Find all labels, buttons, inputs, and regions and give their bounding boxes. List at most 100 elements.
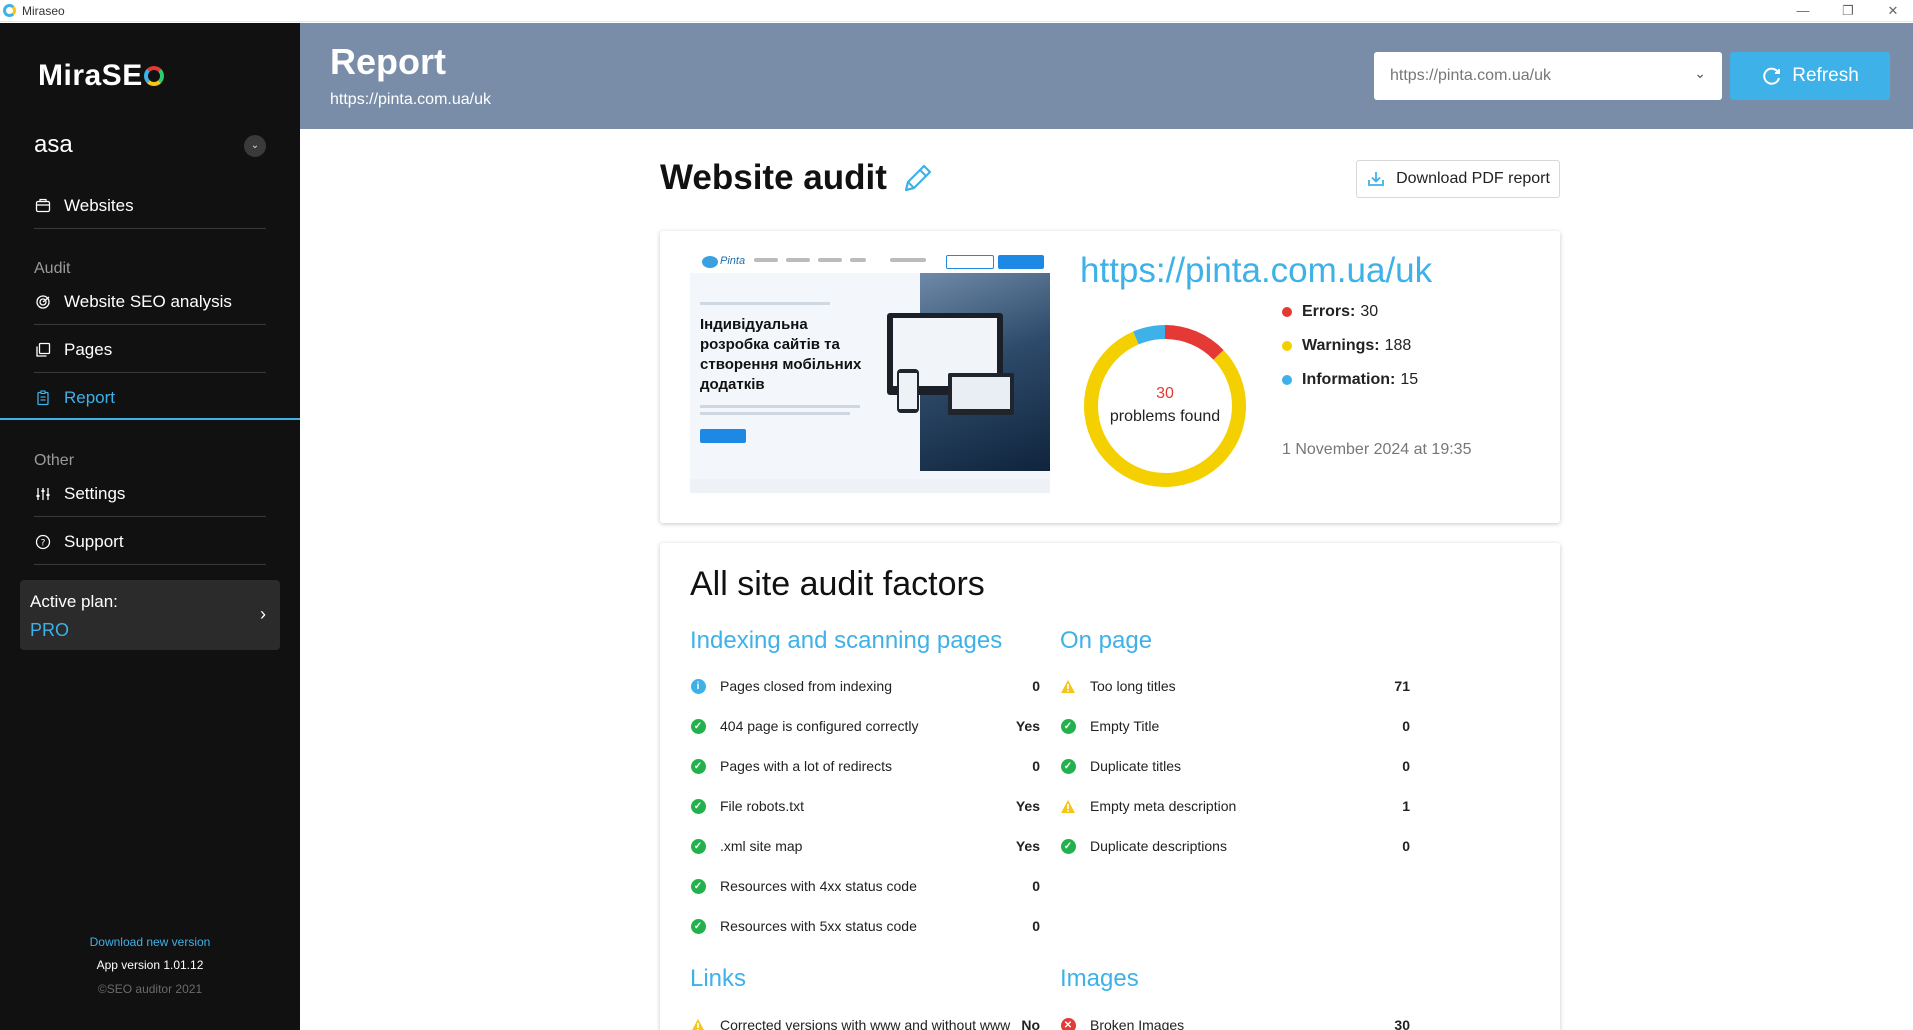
factor-row[interactable]: ✓ Resources with 4xx status code 0 <box>690 874 1040 898</box>
pages-icon <box>34 341 52 359</box>
donut-segment-information <box>1133 325 1166 345</box>
download-new-version-link[interactable]: Download new version <box>0 935 300 949</box>
group-title-indexing: Indexing and scanning pages <box>690 627 1003 654</box>
close-button[interactable]: ✕ <box>1873 2 1913 20</box>
audit-title: Website audit <box>660 158 887 197</box>
refresh-button[interactable]: Refresh <box>1730 52 1890 100</box>
warning-triangle-icon <box>1061 799 1075 813</box>
preview-kicker <box>700 302 830 305</box>
app-logo-icon <box>3 4 16 17</box>
factor-row[interactable]: ✓ 404 page is configured correctly Yes <box>690 714 1040 738</box>
check-circle-icon: ✓ <box>690 718 706 734</box>
warnings-value: 188 <box>1384 337 1412 354</box>
site-select[interactable]: https://pinta.com.ua/uk ⌄ <box>1374 52 1722 100</box>
factor-label: Broken Images <box>1090 1017 1185 1030</box>
factor-row[interactable]: ✓ Pages with a lot of redirects 0 <box>690 754 1040 778</box>
warnings-dot-icon <box>1282 341 1292 351</box>
factor-value: 0 <box>1402 838 1410 854</box>
website-preview-image: Pinta Індивідуальна розробка сайтів та с… <box>690 251 1050 493</box>
factor-row[interactable]: ✓ .xml site map Yes <box>690 834 1040 858</box>
factor-row[interactable]: Corrected versions with www and without … <box>690 1013 1040 1030</box>
download-pdf-button[interactable]: Download PDF report <box>1356 160 1560 198</box>
sidebar-item-label: Pages <box>64 339 113 359</box>
factor-row[interactable]: ✓ File robots.txt Yes <box>690 794 1040 818</box>
preview-laptop-screen <box>952 377 1010 409</box>
factor-value: Yes <box>1015 838 1040 854</box>
factor-label: Pages closed from indexing <box>720 678 892 694</box>
sidebar-item-websites[interactable]: Websites <box>34 183 266 229</box>
sidebar-item-pages[interactable]: Pages <box>34 327 266 373</box>
legend-information: Information: 15 <box>1282 371 1418 389</box>
factor-label: Duplicate descriptions <box>1090 838 1227 854</box>
information-dot-icon <box>1282 375 1292 385</box>
check-circle-icon: ✓ <box>690 838 706 854</box>
brand-text: MiraSE <box>38 59 143 92</box>
factor-label: Too long titles <box>1090 678 1176 694</box>
factor-row[interactable]: ✕ Broken Images 30 <box>1060 1013 1410 1030</box>
factor-row[interactable]: ✓ Duplicate titles 0 <box>1060 754 1410 778</box>
factor-row[interactable]: Too long titles 71 <box>1060 674 1410 698</box>
status-icon: ✓ <box>1060 758 1076 774</box>
status-icon: ✕ <box>1060 1017 1076 1030</box>
problems-label: problems found <box>1109 408 1221 425</box>
status-icon: ✓ <box>690 758 706 774</box>
factor-label: File robots.txt <box>720 798 805 814</box>
active-plan-card[interactable]: Active plan: PRO › <box>20 580 280 650</box>
factor-label: Resources with 5xx status code <box>720 918 917 934</box>
factor-value: Yes <box>1015 798 1040 814</box>
audited-site-url[interactable]: https://pinta.com.ua/uk <box>1080 251 1432 291</box>
factor-row[interactable]: ✓ Empty Title 0 <box>1060 714 1410 738</box>
errors-label: Errors: <box>1302 303 1356 320</box>
factor-label: Corrected versions with www and without … <box>720 1017 1011 1030</box>
status-icon: ✓ <box>690 798 706 814</box>
sidebar-item-seo-analysis[interactable]: Website SEO analysis <box>34 279 266 325</box>
warnings-label: Warnings: <box>1302 337 1380 354</box>
factor-value: 1 <box>1402 798 1410 814</box>
status-icon: ✓ <box>690 718 706 734</box>
preview-text-line <box>700 405 860 408</box>
project-selector[interactable]: asa ⌄ <box>34 129 266 165</box>
status-icon: ✓ <box>690 918 706 934</box>
sidebar-item-settings[interactable]: Settings <box>34 471 266 517</box>
status-icon: ✓ <box>690 838 706 854</box>
preview-menu-item <box>818 258 842 262</box>
status-icon <box>690 1017 706 1030</box>
brand-ring-icon <box>143 66 164 86</box>
audit-factors-card: All site audit factors Indexing and scan… <box>660 543 1560 1030</box>
factor-label: Pages with a lot of redirects <box>720 758 892 774</box>
brand-logo[interactable]: MiraSE <box>38 59 164 93</box>
check-circle-icon: ✓ <box>1060 758 1076 774</box>
edit-pencil-icon[interactable] <box>900 162 934 201</box>
site-select-value: https://pinta.com.ua/uk <box>1390 67 1551 84</box>
sidebar-item-support[interactable]: ? Support <box>34 519 266 565</box>
preview-menu-item <box>786 258 810 262</box>
factor-row[interactable]: Empty meta description 1 <box>1060 794 1410 818</box>
preview-menu-item <box>850 258 866 262</box>
warning-triangle-icon <box>1061 679 1075 693</box>
active-plan-label: Active plan: <box>30 592 118 611</box>
download-pdf-label: Download PDF report <box>1396 170 1550 187</box>
info-circle-icon: i <box>690 678 706 694</box>
section-label-audit: Audit <box>34 260 71 277</box>
chevron-down-icon[interactable]: ⌄ <box>244 135 266 157</box>
page-subtitle-url: https://pinta.com.ua/uk <box>330 91 491 108</box>
check-circle-icon: ✓ <box>690 758 706 774</box>
sidebar-item-report[interactable]: Report <box>34 375 266 421</box>
group-title-links: Links <box>690 965 747 992</box>
check-circle-icon: ✓ <box>690 878 706 894</box>
warning-triangle-icon <box>691 1018 705 1030</box>
factor-row[interactable]: i Pages closed from indexing 0 <box>690 674 1040 698</box>
preview-headline: Індивідуальна розробка сайтів та створен… <box>700 316 862 393</box>
status-icon: i <box>690 678 706 694</box>
problems-count: 30 <box>1156 385 1174 402</box>
restore-button[interactable]: ❐ <box>1828 2 1868 20</box>
group-title-images: Images <box>1060 965 1139 992</box>
minimize-button[interactable]: — <box>1783 2 1823 20</box>
section-label-other: Other <box>34 452 75 469</box>
sidebar-item-label: Settings <box>64 483 126 503</box>
factor-value: 0 <box>1032 918 1040 934</box>
factor-row[interactable]: ✓ Resources with 5xx status code 0 <box>690 914 1040 938</box>
factor-row[interactable]: ✓ Duplicate descriptions 0 <box>1060 834 1410 858</box>
preview-button <box>700 429 746 443</box>
chevron-right-icon: › <box>260 604 266 624</box>
